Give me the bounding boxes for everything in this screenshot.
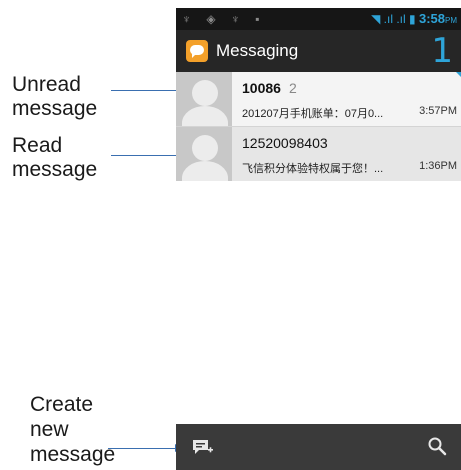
wifi-signal-battery-icon: ◥ .ıl .ıl ▮ bbox=[371, 12, 416, 26]
messaging-app-icon[interactable] bbox=[186, 40, 208, 62]
message-snippet: 飞信积分体验特权属于您！... bbox=[242, 163, 384, 175]
sender-number: 10086 bbox=[242, 80, 281, 96]
annotation-unread-line1: Unread bbox=[12, 73, 81, 96]
signal-icons: ◥ .ıl .ıl ▮ 3:58PM bbox=[371, 11, 457, 26]
app-title: Messaging bbox=[216, 41, 299, 60]
action-bar: Messaging 1 bbox=[176, 30, 461, 72]
search-icon[interactable] bbox=[427, 436, 447, 456]
notification-icons: ♆ ◈ ♆ ▪ bbox=[182, 12, 266, 26]
avatar-head bbox=[192, 135, 218, 161]
compose-message-icon[interactable] bbox=[192, 438, 214, 456]
message-row-unread[interactable]: 10086 2 201207月手机账单：07月0... 3:57PM bbox=[176, 72, 461, 127]
contact-avatar-icon[interactable] bbox=[176, 127, 232, 181]
message-sender: 12520098403 bbox=[242, 135, 328, 151]
annotation-read-line2: message bbox=[12, 158, 98, 181]
avatar-head bbox=[192, 80, 218, 106]
annotation-create-line3: message bbox=[30, 443, 116, 466]
unread-count-badge: 1 bbox=[431, 31, 453, 71]
message-snippet: 201207月手机账单：07月0... bbox=[242, 108, 384, 120]
annotation-unread-line2: message bbox=[12, 97, 98, 120]
sender-number: 12520098403 bbox=[242, 135, 328, 151]
message-time: 3:57PM bbox=[419, 105, 457, 117]
arrow-create bbox=[108, 444, 182, 452]
status-bar: ♆ ◈ ♆ ▪ ◥ .ıl .ıl ▮ 3:58PM bbox=[176, 8, 461, 30]
clock: 3:58 bbox=[418, 11, 445, 26]
message-count: 2 bbox=[288, 80, 297, 96]
message-row-read[interactable]: 12520098403 飞信积分体验特权属于您！... 1:36PM bbox=[176, 127, 461, 181]
annotation-read-line1: Read bbox=[12, 134, 63, 157]
clock-ampm: PM bbox=[445, 16, 457, 25]
unread-corner-marker bbox=[456, 72, 461, 77]
contact-avatar-icon[interactable] bbox=[176, 72, 232, 126]
annotation-create-line2: new bbox=[30, 418, 69, 441]
annotation-create-line1: Create bbox=[30, 393, 94, 416]
avatar-body bbox=[182, 106, 228, 126]
message-time: 1:36PM bbox=[419, 160, 457, 172]
bottom-action-bar bbox=[176, 424, 461, 470]
avatar-body bbox=[182, 161, 228, 181]
message-sender: 10086 2 bbox=[242, 80, 297, 96]
